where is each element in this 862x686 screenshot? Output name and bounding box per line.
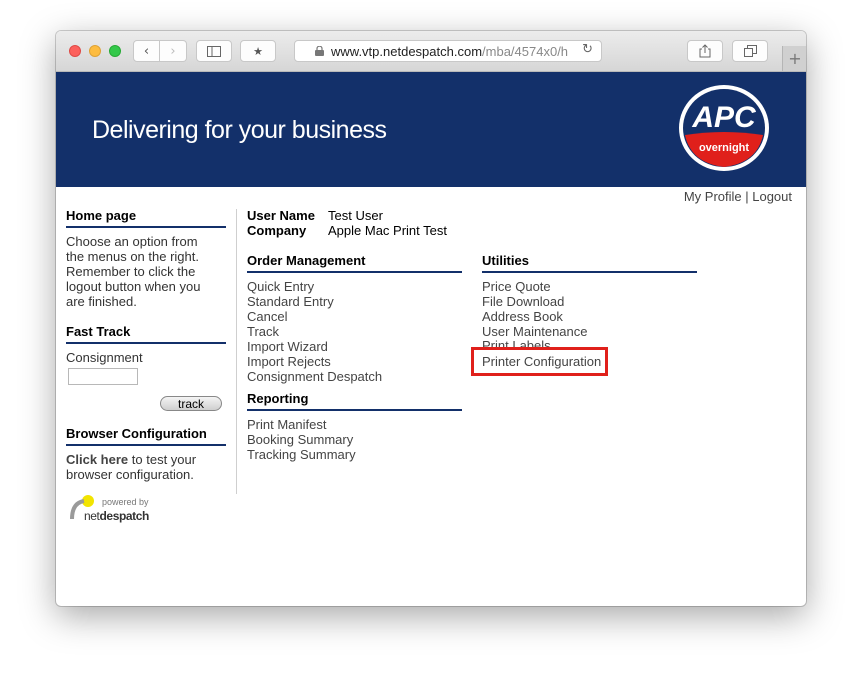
cancel-link[interactable]: Cancel — [247, 309, 287, 324]
fast-track-heading: Fast Track — [66, 324, 226, 344]
reporting-heading: Reporting — [247, 391, 462, 411]
utilities-heading: Utilities — [482, 253, 697, 273]
order-management-heading: Order Management — [247, 253, 462, 273]
browser-config-text: browser configuration. — [66, 467, 194, 482]
user-name-label: User Name — [247, 208, 315, 223]
file-download-link[interactable]: File Download — [482, 294, 564, 309]
import-wizard-link[interactable]: Import Wizard — [247, 339, 328, 354]
home-text-line: logout button when you — [66, 279, 201, 294]
quick-entry-link[interactable]: Quick Entry — [247, 279, 314, 294]
svg-text:netdespatch: netdespatch — [84, 509, 149, 523]
import-rejects-link[interactable]: Import Rejects — [247, 354, 331, 369]
home-text-line: the menus on the right. — [66, 249, 199, 264]
click-here-link[interactable]: Click here — [66, 452, 128, 467]
tracking-summary-link[interactable]: Tracking Summary — [247, 447, 356, 462]
print-manifest-link[interactable]: Print Manifest — [247, 417, 326, 432]
brand-despatch: despatch — [99, 509, 149, 523]
home-text-line: Remember to click the — [66, 264, 196, 279]
user-name-value: Test User — [328, 208, 383, 223]
powered-by-text: powered by — [102, 497, 149, 507]
price-quote-link[interactable]: Price Quote — [482, 279, 551, 294]
address-book-link[interactable]: Address Book — [482, 309, 563, 324]
page-content: Home page Choose an option from the menu… — [56, 31, 806, 606]
consignment-input[interactable] — [68, 368, 138, 385]
track-link[interactable]: Track — [247, 324, 279, 339]
home-text-line: Choose an option from — [66, 234, 198, 249]
browser-config-text: to test your — [128, 452, 197, 467]
booking-summary-link[interactable]: Booking Summary — [247, 432, 353, 447]
consignment-label: Consignment — [66, 350, 143, 365]
home-page-heading: Home page — [66, 208, 226, 228]
user-maintenance-link[interactable]: User Maintenance — [482, 324, 588, 339]
brand-net: net — [84, 509, 101, 523]
printer-configuration-highlight — [471, 347, 608, 376]
home-text-line: are finished. — [66, 294, 137, 309]
consignment-despatch-link[interactable]: Consignment Despatch — [247, 369, 382, 384]
track-button[interactable]: track — [160, 396, 222, 411]
company-value: Apple Mac Print Test — [328, 223, 447, 238]
netdespatch-logo: powered by netdespatch — [70, 495, 149, 523]
home-page-text: Choose an option from the menus on the r… — [66, 234, 200, 309]
standard-entry-link[interactable]: Standard Entry — [247, 294, 334, 309]
company-label: Company — [247, 223, 307, 238]
browser-configuration-heading: Browser Configuration — [66, 426, 226, 446]
column-divider — [236, 209, 237, 494]
browser-window: ‹ › ★ www.vtp.netdespatch.com/mba/4574x0… — [56, 31, 806, 606]
browser-configuration-text: Click here to test your browser configur… — [66, 452, 196, 482]
